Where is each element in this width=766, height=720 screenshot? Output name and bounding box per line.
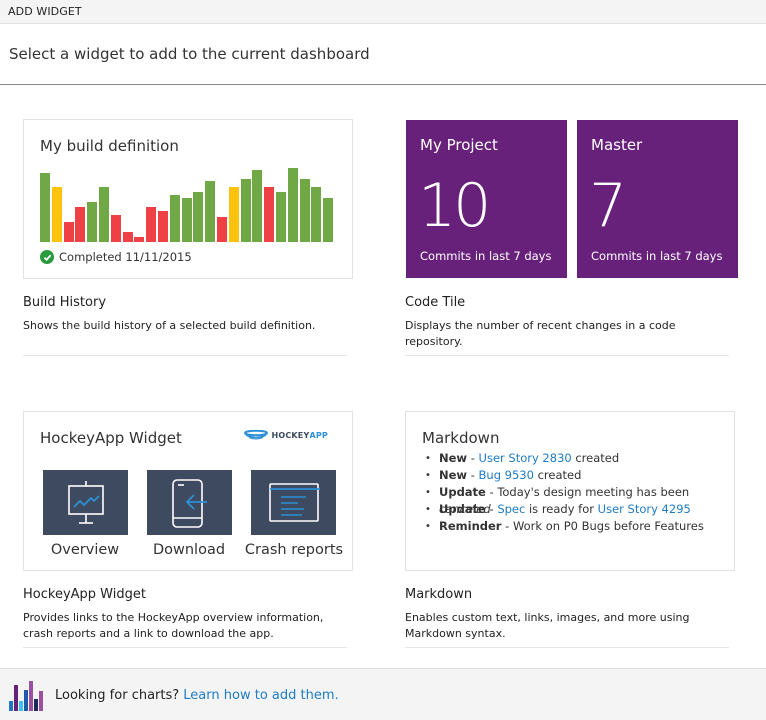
widget-name: Code Tile xyxy=(405,295,466,310)
link[interactable]: User Story 2830 xyxy=(479,451,572,465)
list-item: Update - Spec is ready for User Story 42… xyxy=(422,501,734,518)
hockeyapp-download-label: Download xyxy=(152,542,226,558)
build-bar-20 xyxy=(264,187,275,242)
widget-name: HockeyApp Widget xyxy=(23,587,146,602)
build-status: Completed 11/11/2015 xyxy=(40,250,192,264)
build-bar-25 xyxy=(323,198,334,242)
widget-description: Enables custom text, links, images, and … xyxy=(405,611,690,640)
build-bar-16 xyxy=(217,217,227,242)
build-bar-18 xyxy=(240,179,251,242)
footer: Looking for charts? Learn how to add the… xyxy=(0,668,766,720)
hockeyapp-overview-label: Overview xyxy=(50,542,120,558)
hockeyapp-info: HockeyApp Widget Provides links to the H… xyxy=(23,587,347,642)
build-bar-24 xyxy=(311,187,322,242)
separator xyxy=(23,647,347,648)
link[interactable]: User Story 4295 xyxy=(598,502,691,516)
build-history-chart xyxy=(40,160,340,242)
widget-description: Shows the build history of a selected bu… xyxy=(23,319,316,332)
build-bar-23 xyxy=(299,179,310,242)
build-bar-15 xyxy=(205,181,216,242)
build-bar-1 xyxy=(40,173,50,242)
build-bar-6 xyxy=(99,187,109,242)
code-tile-name: Master xyxy=(591,136,643,154)
widget-description: Provides links to the HockeyApp overview… xyxy=(23,611,324,640)
build-bar-8 xyxy=(122,232,133,242)
dialog-header: ADD WIDGET xyxy=(0,0,766,24)
hockeyapp-preview-title: HockeyApp Widget xyxy=(40,429,182,447)
dialog-title: ADD WIDGET xyxy=(8,5,82,18)
list-item: New - Bug 9530 created xyxy=(422,467,734,484)
dialog-subtitle: Select a widget to add to the current da… xyxy=(9,45,370,63)
phone-download-icon xyxy=(171,478,207,528)
markdown-preview-title: Markdown xyxy=(422,429,500,447)
code-tile-name: My Project xyxy=(420,136,498,154)
widget-name: Build History xyxy=(23,295,107,310)
divider xyxy=(0,84,766,85)
list-item: New - User Story 2830 created xyxy=(422,450,734,467)
build-bar-21 xyxy=(276,192,286,242)
markdown-list: New - User Story 2830 created New - Bug … xyxy=(422,450,734,535)
presentation-chart-icon xyxy=(67,480,104,524)
hockeyapp-logo: HOCKEY APP xyxy=(244,430,328,440)
build-history-preview[interactable]: My build definition Completed 11/11/2015 xyxy=(23,119,353,279)
code-tile-count: 10 xyxy=(418,171,491,241)
widget-name: Markdown xyxy=(405,587,473,602)
build-bar-2 xyxy=(51,187,62,242)
link[interactable]: Bug 9530 xyxy=(479,468,534,482)
bar-chart-icon xyxy=(9,679,45,711)
code-tile-master[interactable]: Master 7 Commits in last 7 days xyxy=(577,120,738,278)
widget-description: Displays the number of recent changes in… xyxy=(405,319,676,348)
check-circle-icon xyxy=(40,250,54,264)
build-bar-19 xyxy=(252,170,263,242)
build-bar-17 xyxy=(228,187,239,242)
build-history-info: Build History Shows the build history of… xyxy=(23,295,347,334)
list-item: Reminder - Work on P0 Bugs before Featur… xyxy=(422,518,734,535)
build-bar-14 xyxy=(193,192,204,242)
markdown-info: Markdown Enables custom text, links, ima… xyxy=(405,587,729,642)
build-bar-3 xyxy=(63,222,74,242)
report-window-icon xyxy=(268,482,320,522)
code-tile-caption: Commits in last 7 days xyxy=(591,249,723,263)
build-preview-title: My build definition xyxy=(40,137,179,155)
separator xyxy=(405,355,729,356)
build-bar-9 xyxy=(134,237,145,242)
hockey-rink-icon xyxy=(244,430,269,440)
build-bar-22 xyxy=(287,168,298,242)
separator xyxy=(405,647,729,648)
build-bar-5 xyxy=(87,202,98,242)
build-bar-12 xyxy=(169,195,180,242)
hockeyapp-crash-reports-button[interactable] xyxy=(251,470,336,535)
markdown-preview[interactable]: Markdown New - User Story 2830 created N… xyxy=(405,411,735,571)
build-bar-10 xyxy=(146,207,157,242)
code-tile-info: Code Tile Displays the number of recent … xyxy=(405,295,729,350)
hockeyapp-preview[interactable]: HockeyApp Widget HOCKEY APP Overview Dow… xyxy=(23,411,353,571)
hockeyapp-download-button[interactable] xyxy=(147,470,232,535)
build-status-text: Completed 11/11/2015 xyxy=(59,250,192,264)
build-bar-13 xyxy=(181,198,192,242)
learn-charts-link[interactable]: Learn how to add them. xyxy=(183,688,338,703)
link[interactable]: Spec xyxy=(497,502,525,516)
footer-text: Looking for charts? Learn how to add the… xyxy=(55,688,339,703)
list-item: Update - Today's design meeting has been… xyxy=(422,484,734,516)
hockeyapp-crash-reports-label: Crash reports xyxy=(244,542,344,558)
code-tile-caption: Commits in last 7 days xyxy=(420,249,552,263)
build-bar-4 xyxy=(75,207,86,242)
code-tile-count: 7 xyxy=(589,171,627,241)
code-tile-my-project[interactable]: My Project 10 Commits in last 7 days xyxy=(406,120,567,278)
build-bar-11 xyxy=(158,211,168,242)
hockeyapp-overview-button[interactable] xyxy=(43,470,128,535)
build-bar-7 xyxy=(110,215,121,242)
separator xyxy=(23,355,347,356)
